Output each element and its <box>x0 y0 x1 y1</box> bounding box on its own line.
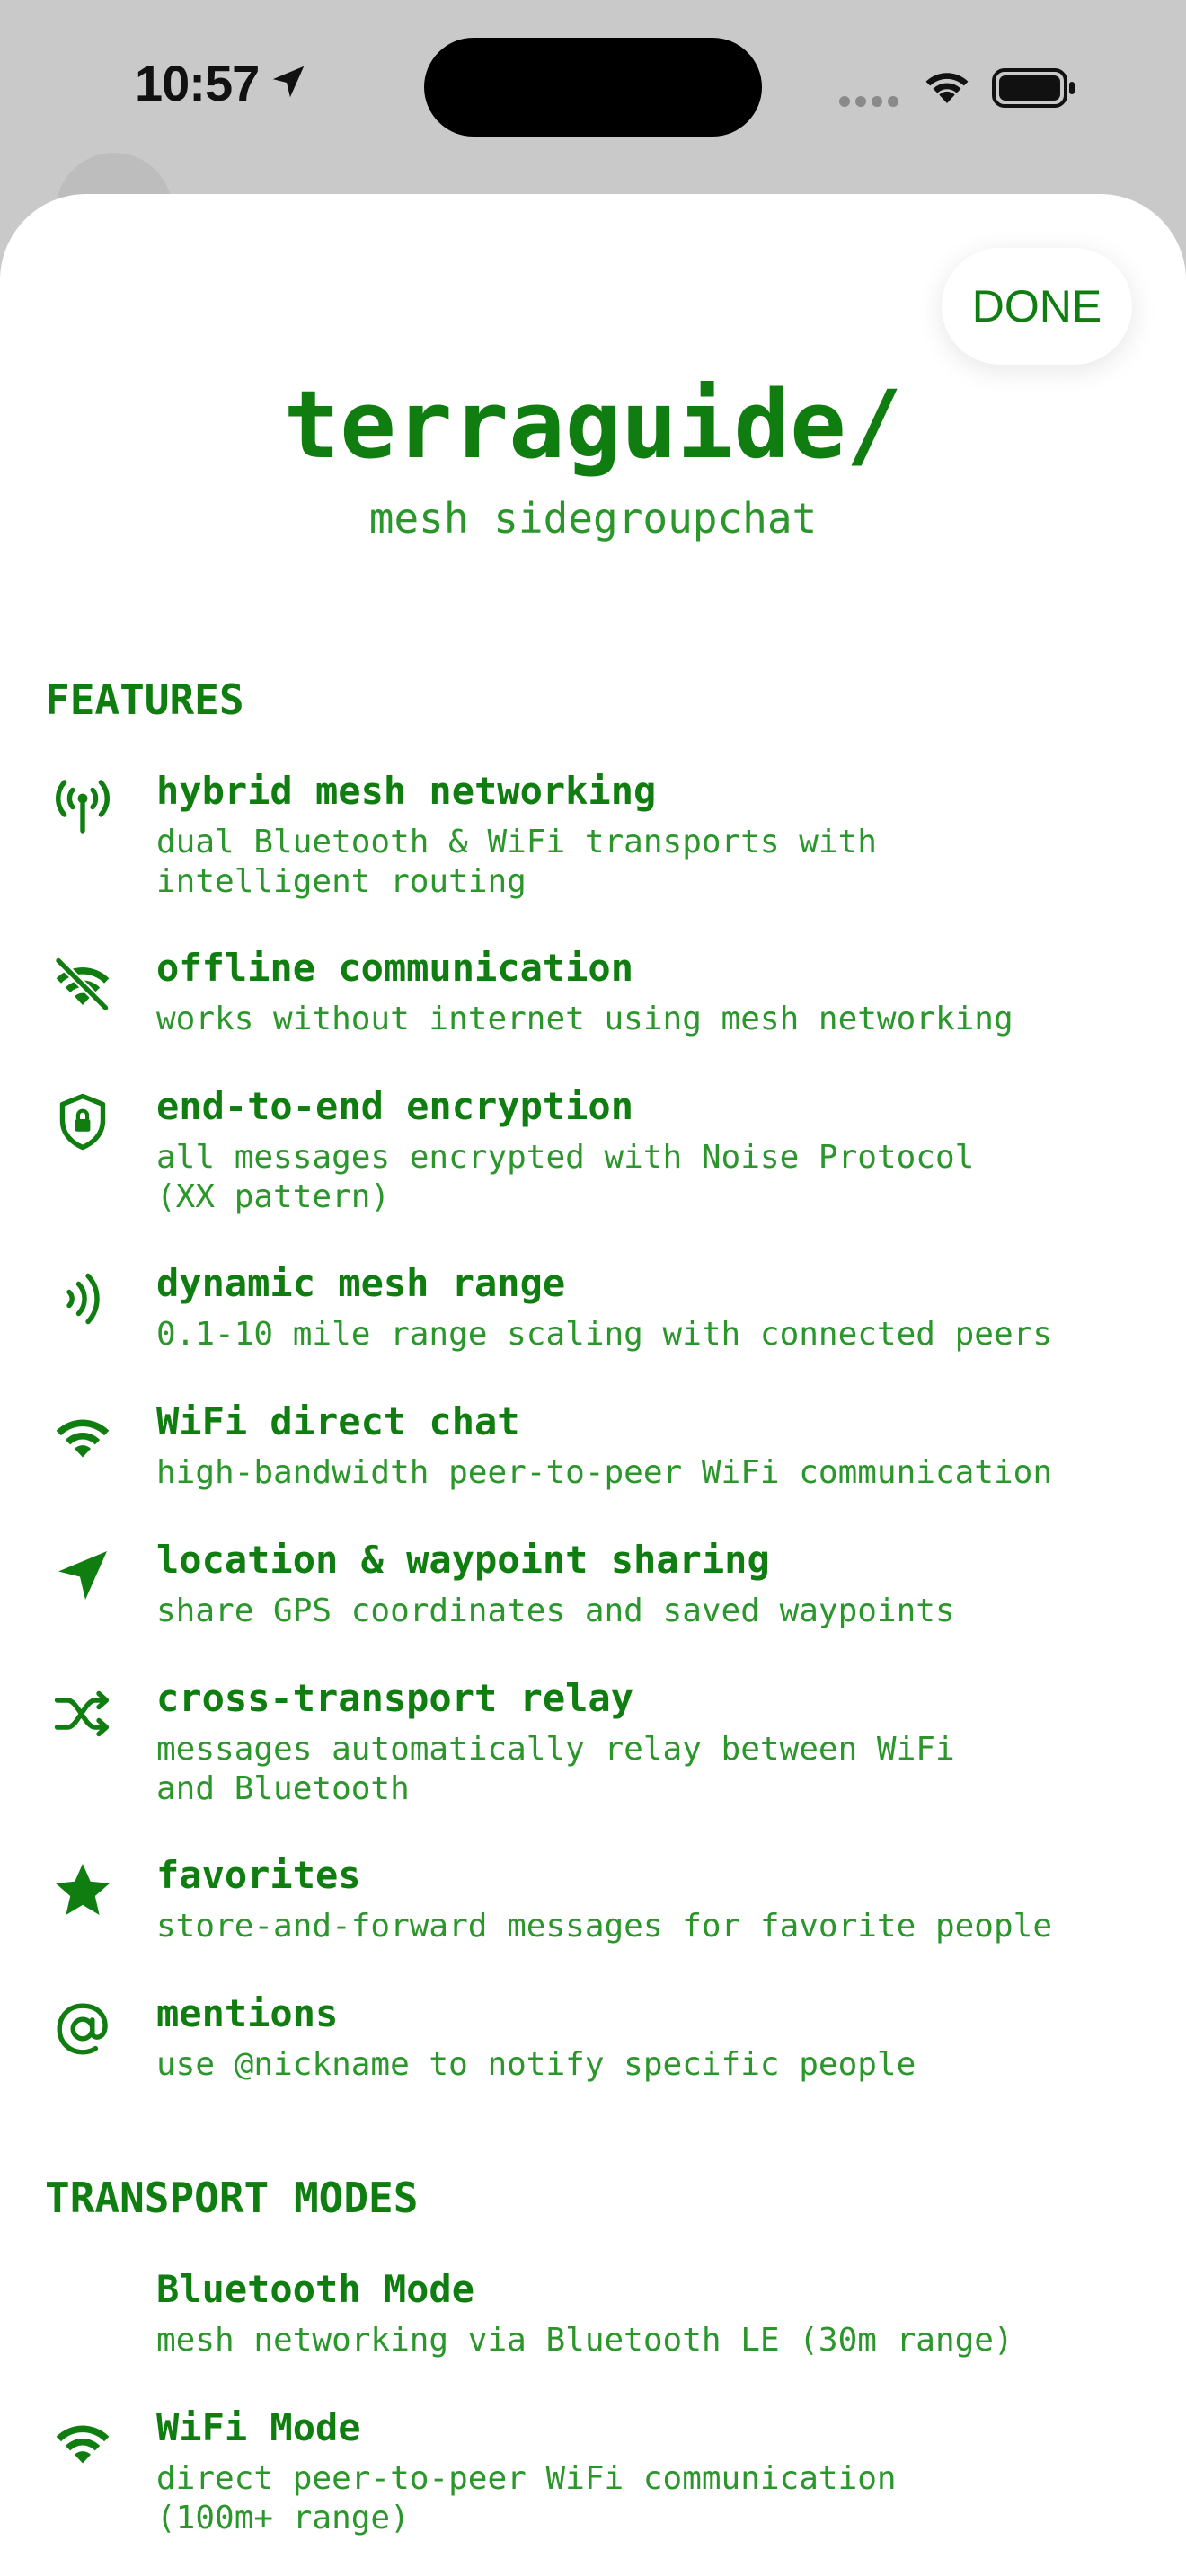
feature-description: 0.1-10 mile range scaling with connected… <box>156 1316 1052 1353</box>
feature-title: hybrid mesh networking <box>156 769 657 813</box>
transport-description: direct peer-to-peer WiFi communication (… <box>156 2460 897 2536</box>
feature-description: high-bandwidth peer-to-peer WiFi communi… <box>156 1454 1052 1491</box>
feature-description: works without internet using mesh networ… <box>156 1001 1013 1037</box>
dynamic-island <box>424 38 762 137</box>
wifi-icon <box>45 2405 120 2481</box>
feature-title: mentions <box>156 1991 339 2035</box>
shield-lock-icon <box>45 1084 120 1160</box>
feature-title: WiFi direct chat <box>156 1399 520 1443</box>
location-services-icon <box>272 66 305 98</box>
feature-title: dynamic mesh range <box>156 1261 566 1305</box>
feature-title: cross-transport relay <box>156 1676 634 1720</box>
feature-description: dual Bluetooth & WiFi transports with in… <box>156 824 877 900</box>
feature-description: store-and-forward messages for favorite … <box>156 1908 1052 1945</box>
feature-description: messages automatically relay between WiF… <box>156 1731 955 1807</box>
feature-description: share GPS coordinates and saved waypoint… <box>156 1592 955 1629</box>
wifi-icon <box>45 1399 120 1475</box>
feature-title: location & waypoint sharing <box>156 1538 770 1582</box>
star-icon <box>45 1853 120 1928</box>
features-heading: FEATURES <box>45 675 244 724</box>
battery-icon <box>992 68 1075 108</box>
signal-waves-icon <box>45 1261 120 1337</box>
antenna-icon <box>45 769 120 844</box>
location-arrow-icon <box>45 1538 120 1613</box>
transport-title: WiFi Mode <box>156 2405 361 2449</box>
app-subtitle: mesh sidegroupchat <box>368 494 818 543</box>
feature-title: favorites <box>156 1853 361 1897</box>
wifi-status-icon <box>925 73 969 103</box>
about-sheet: DONE terraguide/ mesh sidegroupchat FEAT… <box>0 194 1186 2576</box>
transport-description: mesh networking via Bluetooth LE (30m ra… <box>156 2322 1013 2359</box>
app-title: terraguide/ <box>283 370 903 480</box>
wifi-slash-icon <box>45 946 120 1021</box>
cellular-signal-icon <box>839 93 904 110</box>
bluetooth-icon <box>45 2267 120 2342</box>
at-sign-icon <box>45 1991 120 2067</box>
feature-description: use @nickname to notify specific people <box>156 2046 916 2083</box>
feature-description: all messages encrypted with Noise Protoc… <box>156 1139 975 1215</box>
transport-modes-heading: TRANSPORT MODES <box>45 2174 419 2222</box>
feature-title: offline communication <box>156 946 634 990</box>
status-time: 10:57 <box>135 55 260 111</box>
done-button[interactable]: DONE <box>942 248 1132 365</box>
transport-title: Bluetooth Mode <box>156 2267 475 2311</box>
feature-title: end-to-end encryption <box>156 1084 634 1128</box>
shuffle-icon <box>45 1676 120 1751</box>
status-bar: 10:57 <box>0 0 1186 269</box>
